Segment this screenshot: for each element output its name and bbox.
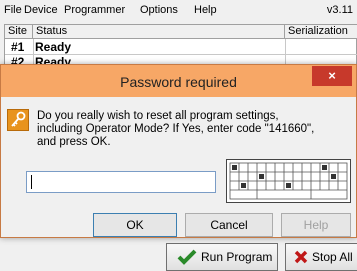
version-label: v3.11 bbox=[326, 4, 353, 16]
menu-help[interactable]: Help bbox=[194, 4, 217, 16]
message-line: Do you really wish to reset all program … bbox=[37, 110, 279, 122]
stop-all-label: Stop All bbox=[312, 250, 353, 264]
row-1-site: #1 bbox=[11, 40, 25, 54]
run-program-label: Run Program bbox=[201, 250, 273, 264]
keyboard-icon[interactable] bbox=[226, 159, 351, 203]
stop-x-icon bbox=[294, 250, 308, 264]
close-button[interactable]: × bbox=[312, 66, 352, 86]
menu-bar: File Device Programmer Options Help v3.1… bbox=[0, 0, 357, 22]
ok-button[interactable]: OK bbox=[93, 213, 177, 237]
stop-all-button[interactable]: Stop All bbox=[285, 243, 357, 271]
checkmark-icon bbox=[177, 249, 197, 265]
cancel-button[interactable]: Cancel bbox=[185, 213, 273, 237]
help-button[interactable]: Help bbox=[281, 213, 351, 237]
menu-programmer[interactable]: Programmer bbox=[64, 4, 125, 16]
message-line: including Operator Mode? If Yes, enter c… bbox=[37, 123, 315, 135]
dialog-title: Password required bbox=[120, 74, 237, 90]
column-header-status[interactable]: Status bbox=[33, 25, 285, 39]
menu-device[interactable]: Device bbox=[24, 4, 58, 16]
close-icon: × bbox=[328, 68, 336, 83]
row-1-status: Ready bbox=[35, 40, 72, 54]
dialog-message: Do you really wish to reset all program … bbox=[37, 110, 349, 149]
run-program-button[interactable]: Run Program bbox=[166, 243, 278, 271]
text-caret bbox=[31, 175, 32, 189]
password-dialog: Password required × Do you really wish t… bbox=[0, 64, 357, 238]
message-line: and press OK. bbox=[37, 136, 111, 148]
menu-options[interactable]: Options bbox=[140, 4, 178, 16]
column-header-site[interactable]: Site bbox=[5, 25, 33, 39]
password-input[interactable] bbox=[26, 171, 216, 193]
menu-file[interactable]: File bbox=[4, 4, 22, 16]
column-header-serialization[interactable]: Serialization bbox=[285, 25, 357, 39]
dialog-titlebar[interactable]: Password required × bbox=[1, 65, 356, 97]
key-icon bbox=[7, 109, 29, 131]
